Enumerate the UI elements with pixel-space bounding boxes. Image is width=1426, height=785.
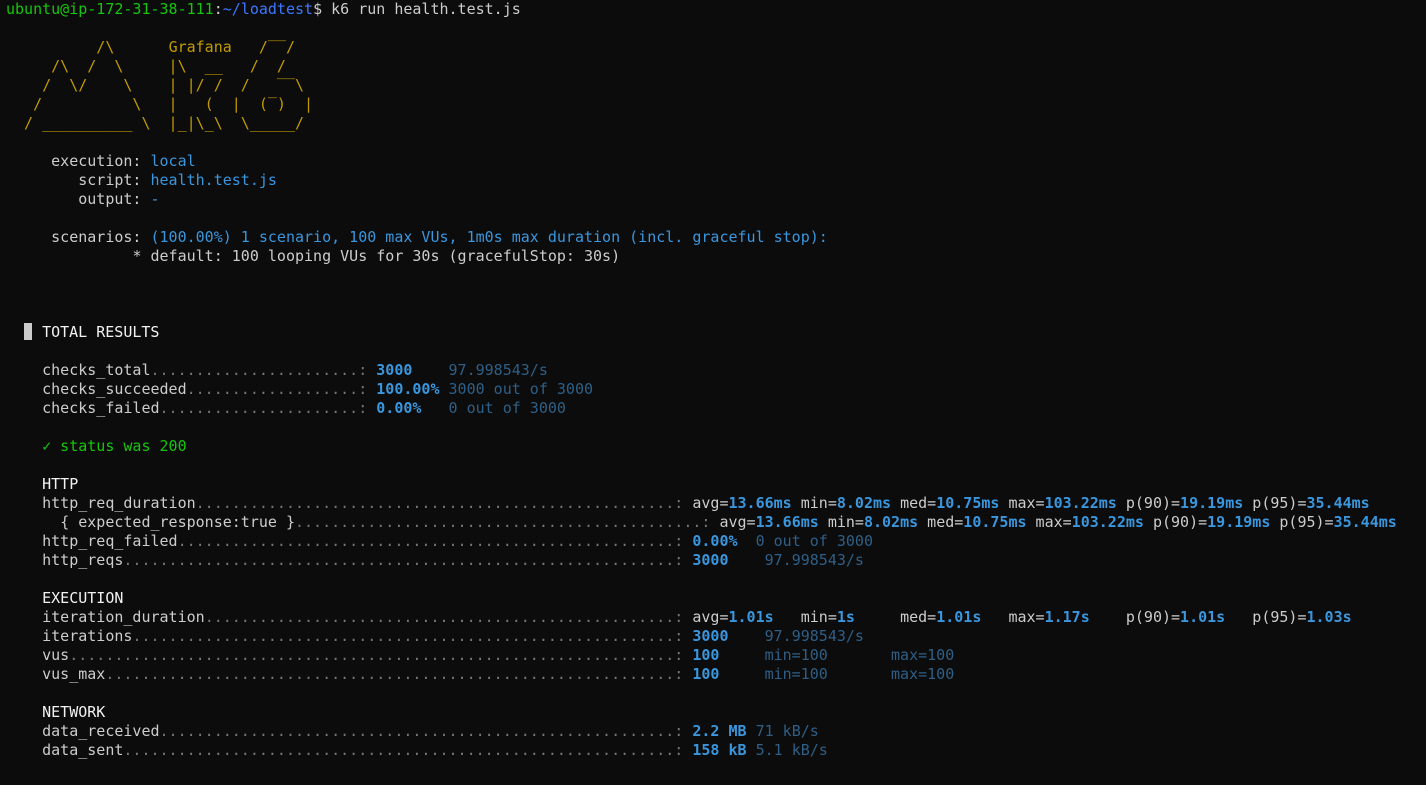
logo-grafana-text: Grafana: [168, 38, 232, 56]
metric-name: checks_succeeded: [42, 380, 187, 398]
total-results-heading: TOTAL RESULTS: [6, 323, 1420, 342]
scenario-detail-row: * default: 100 looping VUs for 30s (grac…: [6, 247, 1420, 266]
prompt-user-host: ubuntu@ip-172-31-38-111: [6, 0, 214, 18]
metric-row-vus-max: vus_max.................................…: [42, 665, 955, 683]
execution-section-title: EXECUTION: [42, 589, 124, 607]
metric-name: iterations: [42, 627, 133, 645]
scenarios-row: scenarios: (100.00%) 1 scenario, 100 max…: [6, 228, 1420, 247]
check-status: ✓ status was 200: [42, 437, 187, 455]
metric-row-data-received: data_received...........................…: [42, 722, 819, 740]
output-row: output: -: [6, 190, 1420, 209]
http-section-title: HTTP: [42, 475, 79, 493]
k6-logo: /\ Grafana /‾‾/ /\ / \ |\ __ / / / \/ \ …: [6, 38, 1420, 133]
metric-name: { expected_response:true }: [60, 513, 295, 531]
output-value: -: [150, 190, 160, 208]
scenario-detail: * default: 100 looping VUs for 30s (grac…: [132, 247, 621, 265]
metric-row-iteration-duration: iteration_duration......................…: [42, 608, 1352, 626]
metric-name: iteration_duration: [42, 608, 205, 626]
script-key: script:: [78, 171, 142, 189]
metric-name: vus: [42, 646, 70, 664]
prompt-command: k6 run health.test.js: [331, 0, 521, 18]
metric-row-expected-response: { expected_response:true }..............…: [60, 513, 1397, 531]
metric-name: http_req_duration: [42, 494, 196, 512]
metric-row-http-reqs: http_reqs...............................…: [42, 551, 864, 569]
check-status-row: ✓ status was 200: [6, 437, 1420, 456]
scenarios-key: scenarios:: [51, 228, 142, 246]
metric-row-checks-failed: checks_failed......................: 0.0…: [42, 399, 566, 417]
execution-key: execution:: [51, 152, 142, 170]
metric-value: 0.00%: [376, 399, 422, 417]
execution-row: execution: local: [6, 152, 1420, 171]
total-results-title: TOTAL RESULTS: [42, 323, 160, 341]
terminal-window[interactable]: ubuntu@ip-172-31-38-111:~/loadtest$ k6 r…: [6, 0, 1420, 760]
metric-extra: 3000 out of 3000: [448, 380, 594, 398]
execution-value: local: [150, 152, 196, 170]
metric-row-iterations: iterations..............................…: [42, 627, 864, 645]
metric-row-vus: vus.....................................…: [42, 646, 955, 664]
metric-name: http_reqs: [42, 551, 124, 569]
metric-row-checks-total: checks_total.......................: 300…: [42, 361, 548, 379]
metric-row-http-req-failed: http_req_failed.........................…: [42, 532, 873, 550]
metric-name: data_sent: [42, 741, 124, 759]
metric-extra: 0 out of 3000: [448, 399, 566, 417]
metric-row-checks-succeeded: checks_succeeded...................: 100…: [42, 380, 594, 398]
prompt-line: ubuntu@ip-172-31-38-111:~/loadtest$ k6 r…: [6, 0, 521, 18]
metric-name: data_received: [42, 722, 160, 740]
metric-name: vus_max: [42, 665, 106, 683]
prompt-symbol: $: [313, 0, 323, 18]
metric-row-data-sent: data_sent...............................…: [42, 741, 828, 759]
network-section-title: NETWORK: [42, 703, 106, 721]
output-key: output:: [78, 190, 142, 208]
script-value: health.test.js: [150, 171, 277, 189]
scenarios-value: (100.00%) 1 scenario, 100 max VUs, 1m0s …: [150, 228, 828, 246]
metric-name: checks_total: [42, 361, 151, 379]
metric-value: 3000: [376, 361, 413, 379]
metric-extra: 97.998543/s: [448, 361, 548, 379]
k6-logo-art: /\ Grafana /‾‾/ /\ / \ |\ __ / / / \/ \ …: [6, 38, 314, 132]
metric-name: checks_failed: [42, 399, 160, 417]
metric-value: 100.00%: [376, 380, 440, 398]
metric-name: http_req_failed: [42, 532, 178, 550]
metric-row-http-req-duration: http_req_duration.......................…: [42, 494, 1370, 512]
section-marker-block: [24, 323, 33, 340]
script-row: script: health.test.js: [6, 171, 1420, 190]
prompt-path: ~/loadtest: [222, 0, 314, 18]
